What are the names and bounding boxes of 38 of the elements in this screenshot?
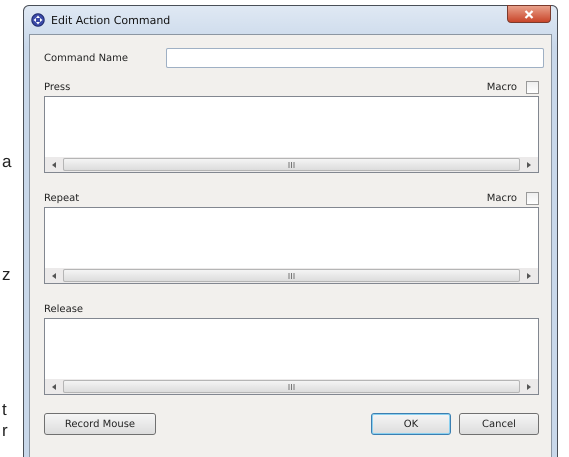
scroll-right-icon[interactable] (527, 272, 531, 278)
text-area[interactable] (44, 207, 539, 284)
horizontal-scrollbar[interactable] (45, 157, 538, 172)
scroll-right-icon[interactable] (527, 162, 531, 168)
app-icon (31, 13, 45, 27)
grip-icon (288, 384, 295, 390)
background-text: z (2, 265, 10, 285)
background-text: a (2, 152, 12, 172)
close-button[interactable] (507, 5, 551, 23)
macro-checkbox[interactable] (526, 80, 539, 94)
scroll-left-icon[interactable] (52, 384, 56, 390)
background-text: t (2, 400, 7, 420)
section-label: Press (44, 82, 70, 92)
dialog-button[interactable]: OK (371, 413, 451, 435)
text-area[interactable] (44, 318, 539, 395)
close-icon (524, 10, 534, 18)
macro-checkbox[interactable] (526, 192, 539, 204)
scroll-left-icon[interactable] (52, 162, 56, 168)
scroll-right-icon[interactable] (527, 384, 531, 390)
field-label: Command Name (44, 52, 130, 64)
section-label: Repeat (44, 192, 80, 204)
dialog-button[interactable]: Cancel (459, 413, 539, 435)
background-text: r (2, 421, 8, 441)
scroll-thumb[interactable] (63, 380, 520, 393)
horizontal-scrollbar[interactable] (45, 268, 538, 283)
scroll-thumb[interactable] (63, 269, 520, 282)
checkbox-label: Macro (486, 82, 517, 92)
horizontal-scrollbar[interactable] (45, 379, 538, 394)
window-title: Edit Action Command (51, 14, 172, 26)
record-mouse-button[interactable]: Record Mouse (44, 413, 156, 435)
scroll-thumb[interactable] (63, 158, 520, 171)
command-name-field[interactable] (166, 48, 544, 68)
text-area[interactable] (44, 96, 539, 173)
section-label: Release (44, 304, 84, 314)
scroll-left-icon[interactable] (52, 272, 56, 278)
checkbox-label: Macro (486, 192, 517, 204)
grip-icon (288, 272, 295, 278)
grip-icon (288, 162, 295, 168)
